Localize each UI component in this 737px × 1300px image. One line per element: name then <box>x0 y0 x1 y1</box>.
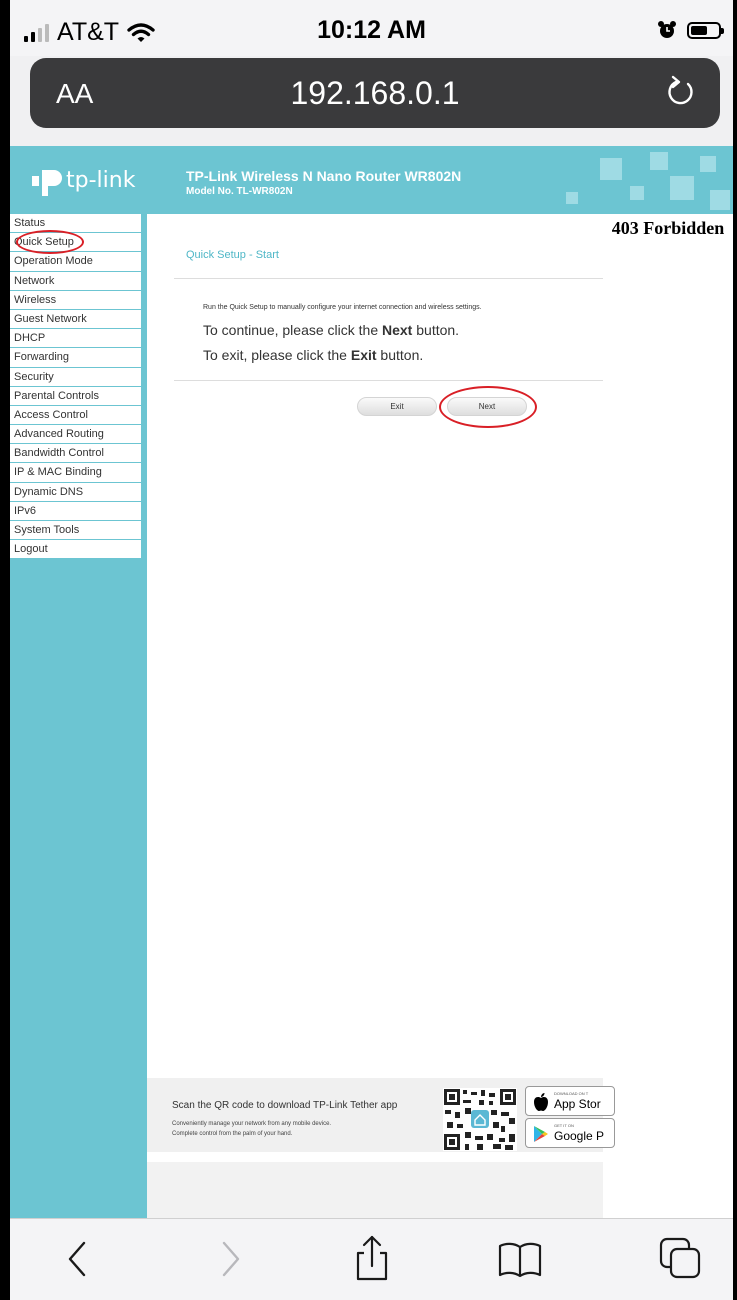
router-title: TP-Link Wireless N Nano Router WR802N <box>186 168 462 184</box>
app-store-text: App Stor <box>554 1097 601 1111</box>
google-play-badge[interactable]: GET IT ON Google P <box>525 1118 615 1148</box>
sidebar-item-system-tools[interactable]: System Tools <box>10 521 141 541</box>
sidebar: Status Quick Setup Operation Mode Network Wi… <box>10 214 147 1218</box>
decor-square <box>700 156 716 172</box>
footer-text: Complete control from the palm of your h… <box>172 1131 293 1137</box>
decor-square <box>600 158 622 180</box>
sidebar-item-guest-network[interactable]: Guest Network <box>10 309 141 330</box>
sidebar-item-parental-controls[interactable]: Parental Controls <box>10 386 141 406</box>
sidebar-item-advanced-routing[interactable]: Advanced Routing <box>10 425 141 445</box>
sidebar-item-network[interactable]: Network <box>10 271 141 291</box>
sidebar-item-wireless[interactable]: Wireless <box>10 290 141 310</box>
google-play-icon <box>534 1126 548 1142</box>
sidebar-item-security[interactable]: Security <box>10 367 141 387</box>
clock: 10:12 AM <box>317 16 426 44</box>
right-column: 403 Forbidden <box>603 214 733 1218</box>
decor-square <box>710 190 730 210</box>
app-store-badge[interactable]: DOWNLOAD ON T App Stor <box>525 1086 615 1116</box>
reload-icon[interactable] <box>662 70 702 114</box>
forbidden-text: 403 Forbidden <box>611 218 725 238</box>
google-play-small-text: GET IT ON <box>554 1123 574 1128</box>
exit-instruction: To exit, please click the Exit button. <box>203 347 424 363</box>
sidebar-item-dynamic-dns[interactable]: Dynamic DNS <box>10 482 141 502</box>
qr-code <box>443 1088 517 1151</box>
status-right <box>657 20 724 40</box>
sidebar-item-bandwidth-control[interactable]: Bandwidth Control <box>10 444 141 464</box>
decor-square <box>670 176 694 200</box>
footer-text: Conveniently manage your network from an… <box>172 1121 332 1127</box>
intro-text: Run the Quick Setup to manually configur… <box>203 304 482 311</box>
exit-button[interactable]: Exit <box>357 397 437 416</box>
router-header: tp-link TP-Link Wireless N Nano Router W… <box>10 146 733 214</box>
battery-icon <box>687 21 724 39</box>
alarm-icon <box>658 21 676 38</box>
tplink-logo: tp-link <box>28 162 135 198</box>
forward-icon[interactable] <box>204 1233 256 1285</box>
sidebar-item-ipv6[interactable]: IPv6 <box>10 501 141 521</box>
share-icon[interactable] <box>346 1233 398 1285</box>
decor-square <box>650 152 668 170</box>
divider <box>174 380 604 381</box>
google-play-text: Google P <box>554 1129 605 1143</box>
apple-icon <box>534 1093 548 1111</box>
divider <box>174 278 604 279</box>
back-icon[interactable] <box>52 1233 104 1285</box>
sidebar-item-dhcp[interactable]: DHCP <box>10 329 141 349</box>
web-content: tp-link TP-Link Wireless N Nano Router W… <box>10 146 733 1218</box>
tplink-logo-icon <box>32 170 62 196</box>
sidebar-item-operation-mode[interactable]: Operation Mode <box>10 252 141 272</box>
router-model: Model No. TL-WR802N <box>186 186 293 197</box>
decor-square <box>566 192 578 204</box>
app-store-small-text: DOWNLOAD ON T <box>554 1091 589 1096</box>
decor-square <box>630 186 644 200</box>
sidebar-item-access-control[interactable]: Access Control <box>10 405 141 426</box>
status-bar: AT&T 10:12 AM <box>10 0 733 56</box>
browser-toolbar <box>10 1218 733 1300</box>
main-content: Quick Setup - Start Run the Quick Setup … <box>147 214 604 1218</box>
phone-screen: AT&T 10:12 AM AA 192.168.0.1 tp-link TP-… <box>10 0 733 1300</box>
tabs-icon[interactable] <box>655 1233 707 1285</box>
sidebar-item-logout[interactable]: Logout <box>10 540 141 560</box>
annotation-circle-next <box>439 386 537 428</box>
page-title: Quick Setup - Start <box>186 249 279 261</box>
sidebar-menu: Status Quick Setup Operation Mode Network Wi… <box>10 214 141 560</box>
annotation-circle-quick-setup <box>16 230 84 254</box>
sidebar-item-status[interactable]: Status <box>10 214 141 234</box>
sidebar-item-ip-mac-binding[interactable]: IP & MAC Binding <box>10 463 141 483</box>
url-field[interactable]: 192.168.0.1 <box>30 75 720 112</box>
footer-lower <box>147 1162 603 1218</box>
sidebar-item-forwarding[interactable]: Forwarding <box>10 348 141 368</box>
footer-headline: Scan the QR code to download TP-Link Tet… <box>172 1100 398 1111</box>
bookmarks-icon[interactable] <box>494 1233 546 1285</box>
logo-text: tp-link <box>66 167 136 193</box>
continue-instruction: To continue, please click the Next butto… <box>203 322 460 338</box>
address-bar[interactable]: AA 192.168.0.1 <box>30 58 720 128</box>
tether-footer: Scan the QR code to download TP-Link Tet… <box>147 1078 615 1152</box>
